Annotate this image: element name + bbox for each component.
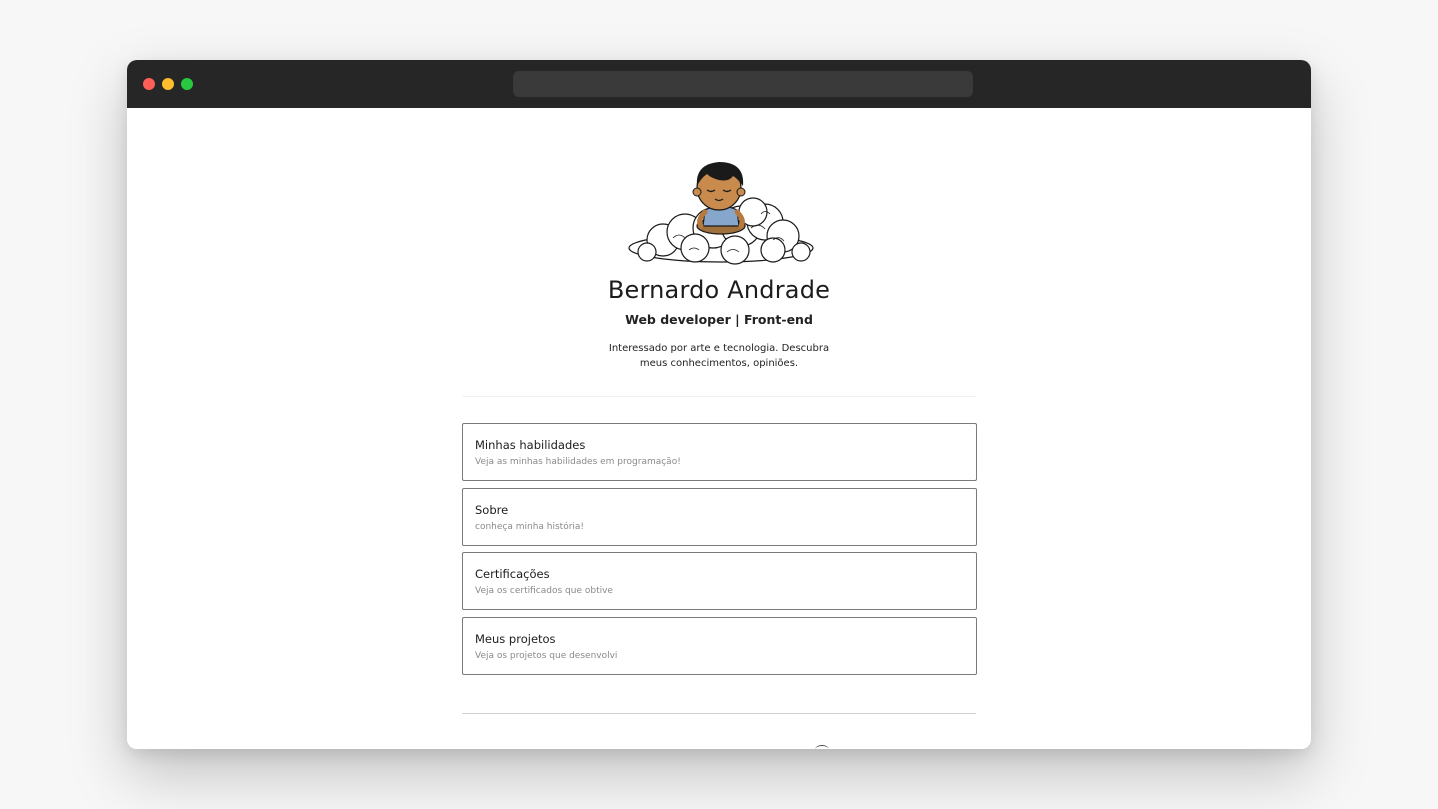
minimize-window-button[interactable]	[162, 78, 174, 90]
card-subtitle: Veja as minhas habilidades em programaçã…	[475, 457, 681, 467]
link-card-list: Minhas habilidades Veja as minhas habili…	[462, 423, 977, 681]
address-bar[interactable]	[513, 71, 973, 97]
section-divider	[462, 396, 976, 397]
card-minhas-habilidades[interactable]: Minhas habilidades Veja as minhas habili…	[462, 423, 977, 481]
browser-window: Bernardo Andrade Web developer | Front-e…	[127, 60, 1311, 749]
page-content: Bernardo Andrade Web developer | Front-e…	[127, 108, 1311, 749]
profile-bio: Interessado por arte e tecnologia. Descu…	[608, 343, 830, 369]
card-title: Sobre	[475, 502, 509, 517]
card-subtitle: Veja os projetos que desenvolvi	[475, 650, 618, 661]
card-title: Meus projetos	[475, 631, 556, 646]
maximize-window-button[interactable]	[181, 78, 193, 90]
card-subtitle: Veja os certificados que obtive	[475, 586, 613, 596]
card-subtitle: conheça minha história!	[475, 521, 585, 532]
profile-name: Bernardo Andrade	[607, 276, 831, 304]
window-titlebar	[127, 60, 1311, 108]
footer-icon	[815, 745, 829, 749]
card-sobre[interactable]: Sobre conheça minha história!	[462, 487, 977, 546]
card-title: Minhas habilidades	[475, 438, 586, 452]
desktop: Bernardo Andrade Web developer | Front-e…	[0, 0, 1438, 809]
footer-divider	[462, 713, 976, 714]
card-meus-projetos[interactable]: Meus projetos Veja os projetos que desen…	[462, 616, 977, 675]
profile-role: Web developer | Front-end	[625, 312, 813, 327]
avatar-illustration	[628, 162, 814, 265]
card-certificacoes[interactable]: Certificações Veja os certificados que o…	[462, 552, 977, 610]
close-window-button[interactable]	[143, 78, 155, 90]
card-title: Certificações	[475, 567, 550, 581]
